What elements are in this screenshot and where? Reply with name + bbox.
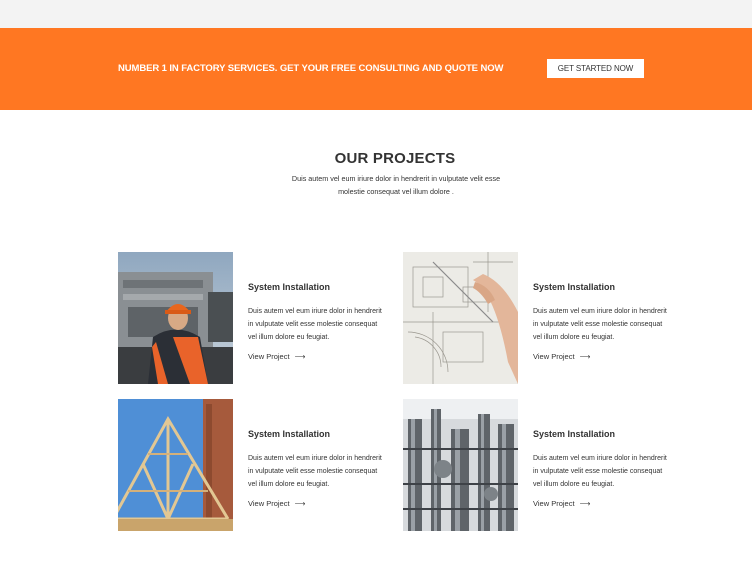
view-project-link[interactable]: View Project ⟶ [248,352,305,361]
view-project-label: View Project [533,352,575,361]
project-image-industrial-plant[interactable] [403,399,518,531]
arrow-right-icon: ⟶ [579,352,591,361]
view-project-link[interactable]: View Project ⟶ [533,499,590,508]
arrow-right-icon: ⟶ [294,352,306,361]
view-project-link[interactable]: View Project ⟶ [533,352,590,361]
get-started-button[interactable]: GET STARTED NOW [547,59,644,78]
project-card: System Installation Duis autem vel eum i… [403,252,693,384]
project-card: System Installation Duis autem vel eum i… [118,399,408,531]
project-title: System Installation [533,429,616,439]
arrow-right-icon: ⟶ [579,499,591,508]
project-title: System Installation [248,429,331,439]
project-description: Duis autem vel eum iriure dolor in hendr… [248,455,382,488]
project-title: System Installation [248,282,331,292]
project-image-roof-trusses[interactable] [118,399,233,531]
banner-text: NUMBER 1 IN FACTORY SERVICES. GET YOUR F… [118,63,504,74]
project-title: System Installation [533,282,616,292]
view-project-label: View Project [248,352,290,361]
view-project-label: View Project [533,499,575,508]
project-description: Duis autem vel eum iriure dolor in hendr… [248,308,382,341]
view-project-link[interactable]: View Project ⟶ [248,499,305,508]
project-card: System Installation Duis autem vel eum i… [403,399,693,531]
project-image-worker[interactable] [118,252,233,384]
project-image-blueprint[interactable] [403,252,518,384]
project-description: Duis autem vel eum iriure dolor in hendr… [533,455,667,488]
cta-banner: NUMBER 1 IN FACTORY SERVICES. GET YOUR F… [0,28,752,110]
view-project-label: View Project [248,499,290,508]
section-title: OUR PROJECTS [334,150,456,167]
top-strip [0,0,752,28]
arrow-right-icon: ⟶ [294,499,306,508]
section-subtitle: Duis autem vel eum iriure dolor in hendr… [291,174,501,196]
project-description: Duis autem vel eum iriure dolor in hendr… [533,308,667,341]
project-card: System Installation Duis autem vel eum i… [118,252,408,384]
